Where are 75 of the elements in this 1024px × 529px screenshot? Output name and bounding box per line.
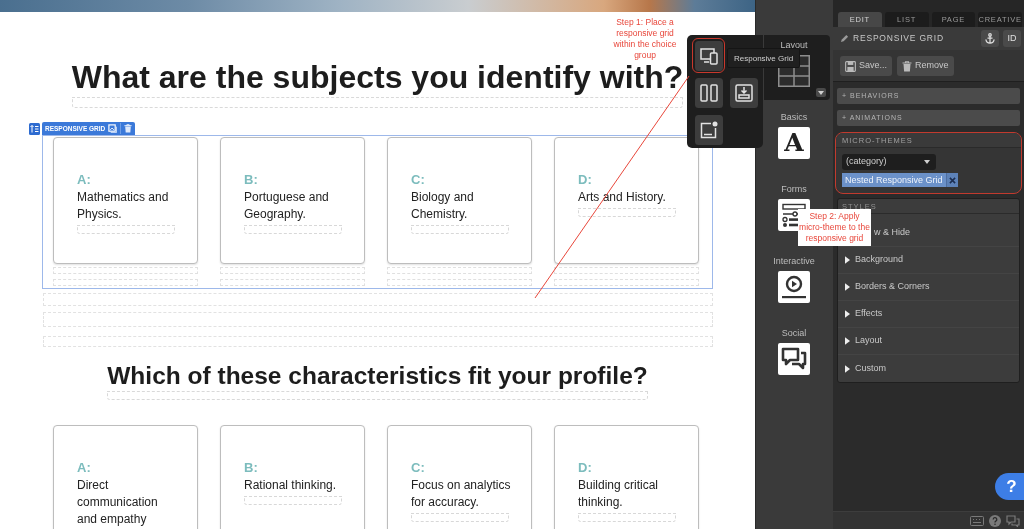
anchor-icon (985, 33, 995, 44)
category-label: Interactive (773, 255, 815, 267)
trash-icon (902, 60, 912, 72)
option-letter: D: (578, 173, 593, 187)
close-icon (948, 176, 956, 184)
text-widget-tile[interactable]: A (778, 127, 810, 159)
question-heading: Which of these characteristics fit your profile? (107, 361, 648, 390)
option-letter: C: (411, 173, 426, 187)
tooltip: Responsive Grid (727, 48, 801, 68)
option-letter: C: (411, 461, 426, 475)
answer-card[interactable]: C: Biology and Chemistry. (387, 137, 532, 264)
category-select[interactable]: (category) (842, 154, 936, 170)
category-label: Forms (781, 183, 807, 195)
option-letter: B: (244, 461, 259, 475)
id-button[interactable]: ID (1003, 30, 1021, 47)
theme-tag: Nested Responsive Grid (842, 173, 946, 187)
keyboard-icon[interactable] (970, 515, 984, 526)
caret-right-icon[interactable] (845, 256, 850, 264)
caret-down-icon (818, 90, 824, 95)
answer-card[interactable]: C: Focus on analytics for accuracy. (387, 425, 532, 529)
caret-right-icon[interactable] (845, 310, 850, 318)
option-letter: A: (77, 173, 92, 187)
columns-icon (699, 83, 718, 102)
question-heading: What are the subjects you identify with? (71, 59, 684, 96)
style-section-toggle[interactable]: Custom (855, 361, 886, 376)
option-text: Building critical thinking. (578, 477, 660, 511)
image-icon[interactable] (108, 124, 118, 133)
chat-icon[interactable] (1006, 514, 1020, 527)
caret-right-icon[interactable] (845, 337, 850, 345)
frame-dot-icon (699, 120, 718, 139)
answer-card[interactable]: A: Mathematics and Physics. (53, 137, 198, 264)
widget-button[interactable] (727, 75, 760, 110)
remove-button[interactable]: Remove (897, 56, 954, 76)
answer-card[interactable]: B: Rational thinking. (220, 425, 365, 529)
caret-right-icon[interactable] (845, 283, 850, 291)
chat-bubbles-icon[interactable] (778, 343, 810, 375)
widget-button[interactable] (692, 112, 725, 147)
option-text: Portuguese and Geography. (244, 189, 330, 223)
devices-icon (699, 46, 718, 65)
style-section-toggle[interactable]: w & Hide (874, 226, 910, 240)
panel-title: RESPONSIVE GRID (853, 32, 945, 45)
widget-button[interactable] (692, 75, 725, 110)
caret-right-icon[interactable] (845, 364, 850, 373)
style-section-toggle[interactable]: Effects (855, 307, 883, 321)
option-text: Arts and History. (578, 189, 667, 206)
expand-button[interactable] (816, 88, 826, 97)
answer-card[interactable]: A: Direct communication and empathy (53, 425, 198, 529)
caret-down-icon (924, 160, 930, 164)
widget-button[interactable] (692, 38, 725, 73)
option-text: Focus on analytics for accuracy. (411, 477, 512, 511)
annotation-note: Step 2: Apply micro-theme to the responsive grid (798, 209, 871, 246)
option-letter: B: (244, 173, 259, 187)
help-icon[interactable] (989, 514, 1001, 527)
option-text: Mathematics and Physics. (77, 189, 170, 223)
sort-icon[interactable] (29, 123, 40, 135)
option-letter: A: (77, 461, 92, 475)
style-section-toggle[interactable]: Layout (855, 334, 883, 348)
category-label: Basics (780, 111, 808, 123)
style-section-toggle[interactable]: Borders & Corners (855, 280, 930, 294)
answer-card[interactable]: D: Building critical thinking. (554, 425, 699, 529)
category-label: Social (781, 327, 807, 339)
style-section-toggle[interactable]: Background (855, 253, 904, 267)
save-button[interactable]: Save... (840, 56, 892, 76)
answer-card[interactable]: D: Arts and History. (554, 137, 699, 264)
pencil-icon (840, 34, 849, 43)
category-label: Layout (780, 39, 808, 51)
anchor-button[interactable] (981, 30, 999, 47)
trash-icon[interactable] (124, 124, 133, 133)
option-text: Biology and Chemistry. (411, 189, 475, 223)
answer-card[interactable]: B: Portuguese and Geography. (220, 137, 365, 264)
help-button[interactable]: ? (995, 473, 1024, 500)
option-text: Direct communication and empathy (77, 477, 159, 528)
option-letter: D: (578, 461, 593, 475)
option-text: Rational thinking. (244, 477, 338, 494)
play-video-icon[interactable] (778, 271, 810, 303)
